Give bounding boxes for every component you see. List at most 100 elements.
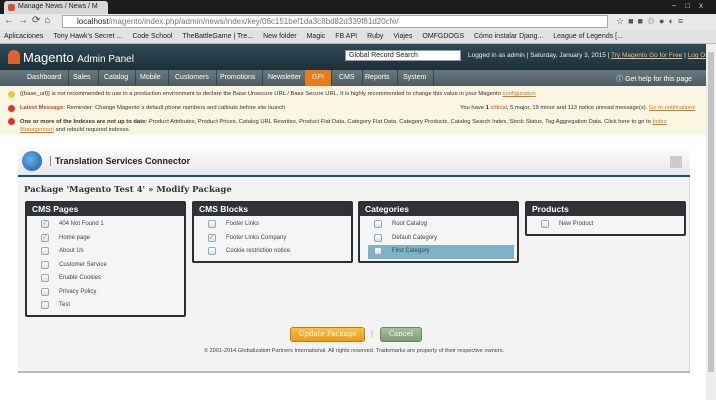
window-controls[interactable]: –□x <box>672 1 712 10</box>
lightbulb-icon <box>8 91 15 98</box>
tree-item[interactable]: Default Category <box>368 232 514 246</box>
bookmark-item[interactable]: Cómo instalar Djang... <box>474 33 543 40</box>
page-scrollbar[interactable] <box>706 44 716 400</box>
magento-logo[interactable]: Magento Admin Panel <box>8 50 134 65</box>
nav-item-reports[interactable]: Reports <box>358 70 398 86</box>
help-link[interactable]: ⓘ Get help for this page <box>616 74 692 84</box>
nav-item-newsletter[interactable]: Newsletter <box>261 70 310 86</box>
url-path: /magento/index.php/admin/news/index/key/… <box>108 17 399 26</box>
bookmark-item[interactable]: Magic <box>307 33 326 40</box>
tree-item[interactable]: ✓ 404 Not Found 1 <box>35 218 181 232</box>
checkbox[interactable] <box>41 287 49 296</box>
copyright-text: © 2001-2014 Globalization Partners Inter… <box>203 348 505 354</box>
magento-favicon-icon <box>8 4 15 11</box>
tree-list: New Product <box>527 216 684 234</box>
message-latest: Latest Message: Reminder: Change Magento… <box>8 105 285 112</box>
nav-item-gpi[interactable]: GPI <box>305 70 333 86</box>
nav-item-catalog[interactable]: Catalog <box>97 70 137 86</box>
url-bar[interactable]: localhost/magento/index.php/admin/news/i… <box>62 15 608 28</box>
tree-item[interactable]: Privacy Policy <box>35 286 181 300</box>
tree-item[interactable]: ✓ Footer Links Company <box>202 232 348 246</box>
nav-item-dashboard[interactable]: Dashboard <box>20 70 70 86</box>
page-title: Package 'Magento Test 4' » Modify Packag… <box>24 185 232 195</box>
checkbox[interactable] <box>541 220 549 228</box>
tree-item[interactable]: First Category <box>368 245 514 259</box>
cancel-button[interactable]: Cancel <box>380 327 422 342</box>
critical-count: 1 <box>485 105 489 111</box>
item-label: Footer Links <box>226 221 260 227</box>
checkbox[interactable] <box>374 233 382 242</box>
magento-logo-icon <box>8 50 20 64</box>
extension-icons[interactable]: ☆■■♲●◐≡ <box>616 16 687 27</box>
tree-item[interactable]: Enable Cookies <box>35 272 181 286</box>
checkbox[interactable] <box>41 260 49 269</box>
checkbox-checked[interactable]: ✓ <box>41 233 49 242</box>
bookmark-item[interactable]: Code School <box>132 33 172 40</box>
tree-item[interactable]: Cookie restriction notice <box>202 245 348 259</box>
bookmark-item[interactable]: TheBattleGame | Tre... <box>182 33 253 40</box>
tree-list: Footer Links ✓ Footer Links Company Cookie … <box>194 216 351 261</box>
box-products: Products New Product <box>525 201 686 236</box>
nav-item-system[interactable]: System <box>396 70 435 86</box>
settings-icon[interactable] <box>670 156 682 168</box>
item-label: Enable Cookies <box>59 275 102 281</box>
magento-page: Magento Admin Panel Global Record Search… <box>0 44 711 400</box>
bookmark-item[interactable]: Aplicaciones <box>4 33 43 40</box>
message-text: Product Attributes, Product Prices, Cata… <box>147 119 653 125</box>
item-label: Cookie restriction notice <box>226 248 291 254</box>
box-title: Categories <box>360 203 517 216</box>
bookmark-item[interactable]: FB API <box>335 33 357 40</box>
tree-item[interactable]: New Product <box>535 218 681 232</box>
global-search-input[interactable]: Global Record Search <box>345 50 461 61</box>
admin-header: Magento Admin Panel Global Record Search… <box>0 44 711 70</box>
checkbox[interactable] <box>41 274 49 282</box>
tree-item[interactable]: About Us <box>35 245 181 259</box>
box-cms-pages: CMS Pages ✓ 404 Not Found 1 ✓ Home page About… <box>25 201 186 317</box>
message-label: Latest Message: <box>20 105 66 111</box>
bookmark-item[interactable]: Viajes <box>393 33 412 40</box>
checkbox[interactable] <box>41 301 49 309</box>
checkbox-checked[interactable]: ✓ <box>208 233 216 242</box>
notifications-link[interactable]: Go to notifications <box>649 105 695 111</box>
bookmark-item[interactable]: Ruby <box>367 33 383 40</box>
button-separator: | <box>371 331 373 338</box>
configuration-link[interactable]: configuration <box>503 91 536 97</box>
plugin-title: Translation Services Connector <box>50 156 190 166</box>
logged-in-text: Logged in as admin <box>468 52 525 59</box>
tree-item[interactable]: Customer Service <box>35 259 181 273</box>
browser-tab[interactable]: Manage News / News / M <box>4 1 108 14</box>
checkbox[interactable] <box>374 220 382 228</box>
try-magento-link[interactable]: Try Magento Go for Free <box>611 52 682 59</box>
bookmark-item[interactable]: OMFGDOGS <box>422 33 464 40</box>
summary-text: You have <box>460 105 486 111</box>
nav-item-mobile[interactable]: Mobile <box>133 70 169 86</box>
item-label: New Product <box>559 221 594 227</box>
tree-item[interactable]: Test <box>35 299 181 313</box>
bookmark-item[interactable]: League of Legends [... <box>553 33 623 40</box>
checkbox[interactable] <box>208 220 216 228</box>
tree-list: ✓ 404 Not Found 1 ✓ Home page About Us Custom… <box>27 216 184 315</box>
tree-item[interactable]: ✓ Home page <box>35 232 181 246</box>
scrollbar-thumb[interactable] <box>708 52 714 372</box>
browser-tab-bar: Manage News / News / M –□x <box>0 0 716 14</box>
checkbox[interactable] <box>374 247 382 255</box>
summary-rest: , 5 major, 19 minor and 113 notice unrea… <box>506 105 649 111</box>
bookmark-item[interactable]: Tony Hawk's Secret ... <box>53 33 122 40</box>
checkbox[interactable] <box>208 247 216 255</box>
item-label: Customer Service <box>59 261 107 268</box>
tree-item[interactable]: Footer Links <box>202 218 348 232</box>
critical-label: critical <box>490 105 507 111</box>
bookmark-item[interactable]: New folder <box>263 33 296 40</box>
logo-text: Magento <box>23 50 74 65</box>
alert-icon <box>8 105 15 112</box>
checkbox[interactable] <box>41 247 49 255</box>
tree-item[interactable]: Root Catalog <box>368 218 514 232</box>
update-package-button[interactable]: Update Package <box>290 327 365 342</box>
nav-item-promotions[interactable]: Promotions <box>213 70 264 86</box>
item-label: Home page <box>59 234 91 241</box>
message-tail: and rebuild required indexes. <box>53 127 131 133</box>
back-forward-reload-home-icons[interactable]: ←→⟳⌂ <box>4 15 54 26</box>
checkbox-checked[interactable]: ✓ <box>41 220 49 228</box>
nav-item-customers[interactable]: Customers <box>168 70 217 86</box>
nav-item-sales[interactable]: Sales <box>66 70 99 86</box>
